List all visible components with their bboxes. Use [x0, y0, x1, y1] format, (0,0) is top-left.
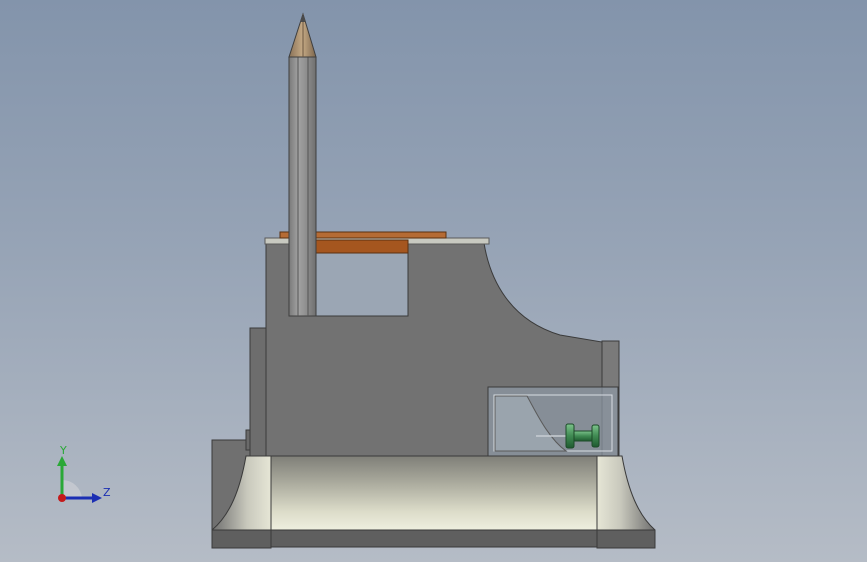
pencil[interactable] — [288, 12, 317, 317]
base-center-face — [270, 455, 598, 531]
base-bottom-edge — [270, 529, 598, 548]
graphics-viewport[interactable]: Y Z — [0, 0, 867, 562]
y-axis-label: Y — [59, 444, 67, 457]
z-axis-label: Z — [103, 486, 111, 499]
z-axis-arrow — [92, 493, 102, 503]
left-side-plate[interactable] — [249, 327, 267, 457]
x-axis-dot — [58, 494, 66, 502]
coordinate-triad: Y Z — [57, 444, 111, 503]
y-axis-arrow — [57, 456, 67, 466]
base-plate[interactable] — [211, 455, 656, 549]
glass-housing[interactable] — [487, 386, 619, 457]
cad-model[interactable] — [0, 0, 867, 562]
triad-quadrant — [62, 479, 82, 498]
